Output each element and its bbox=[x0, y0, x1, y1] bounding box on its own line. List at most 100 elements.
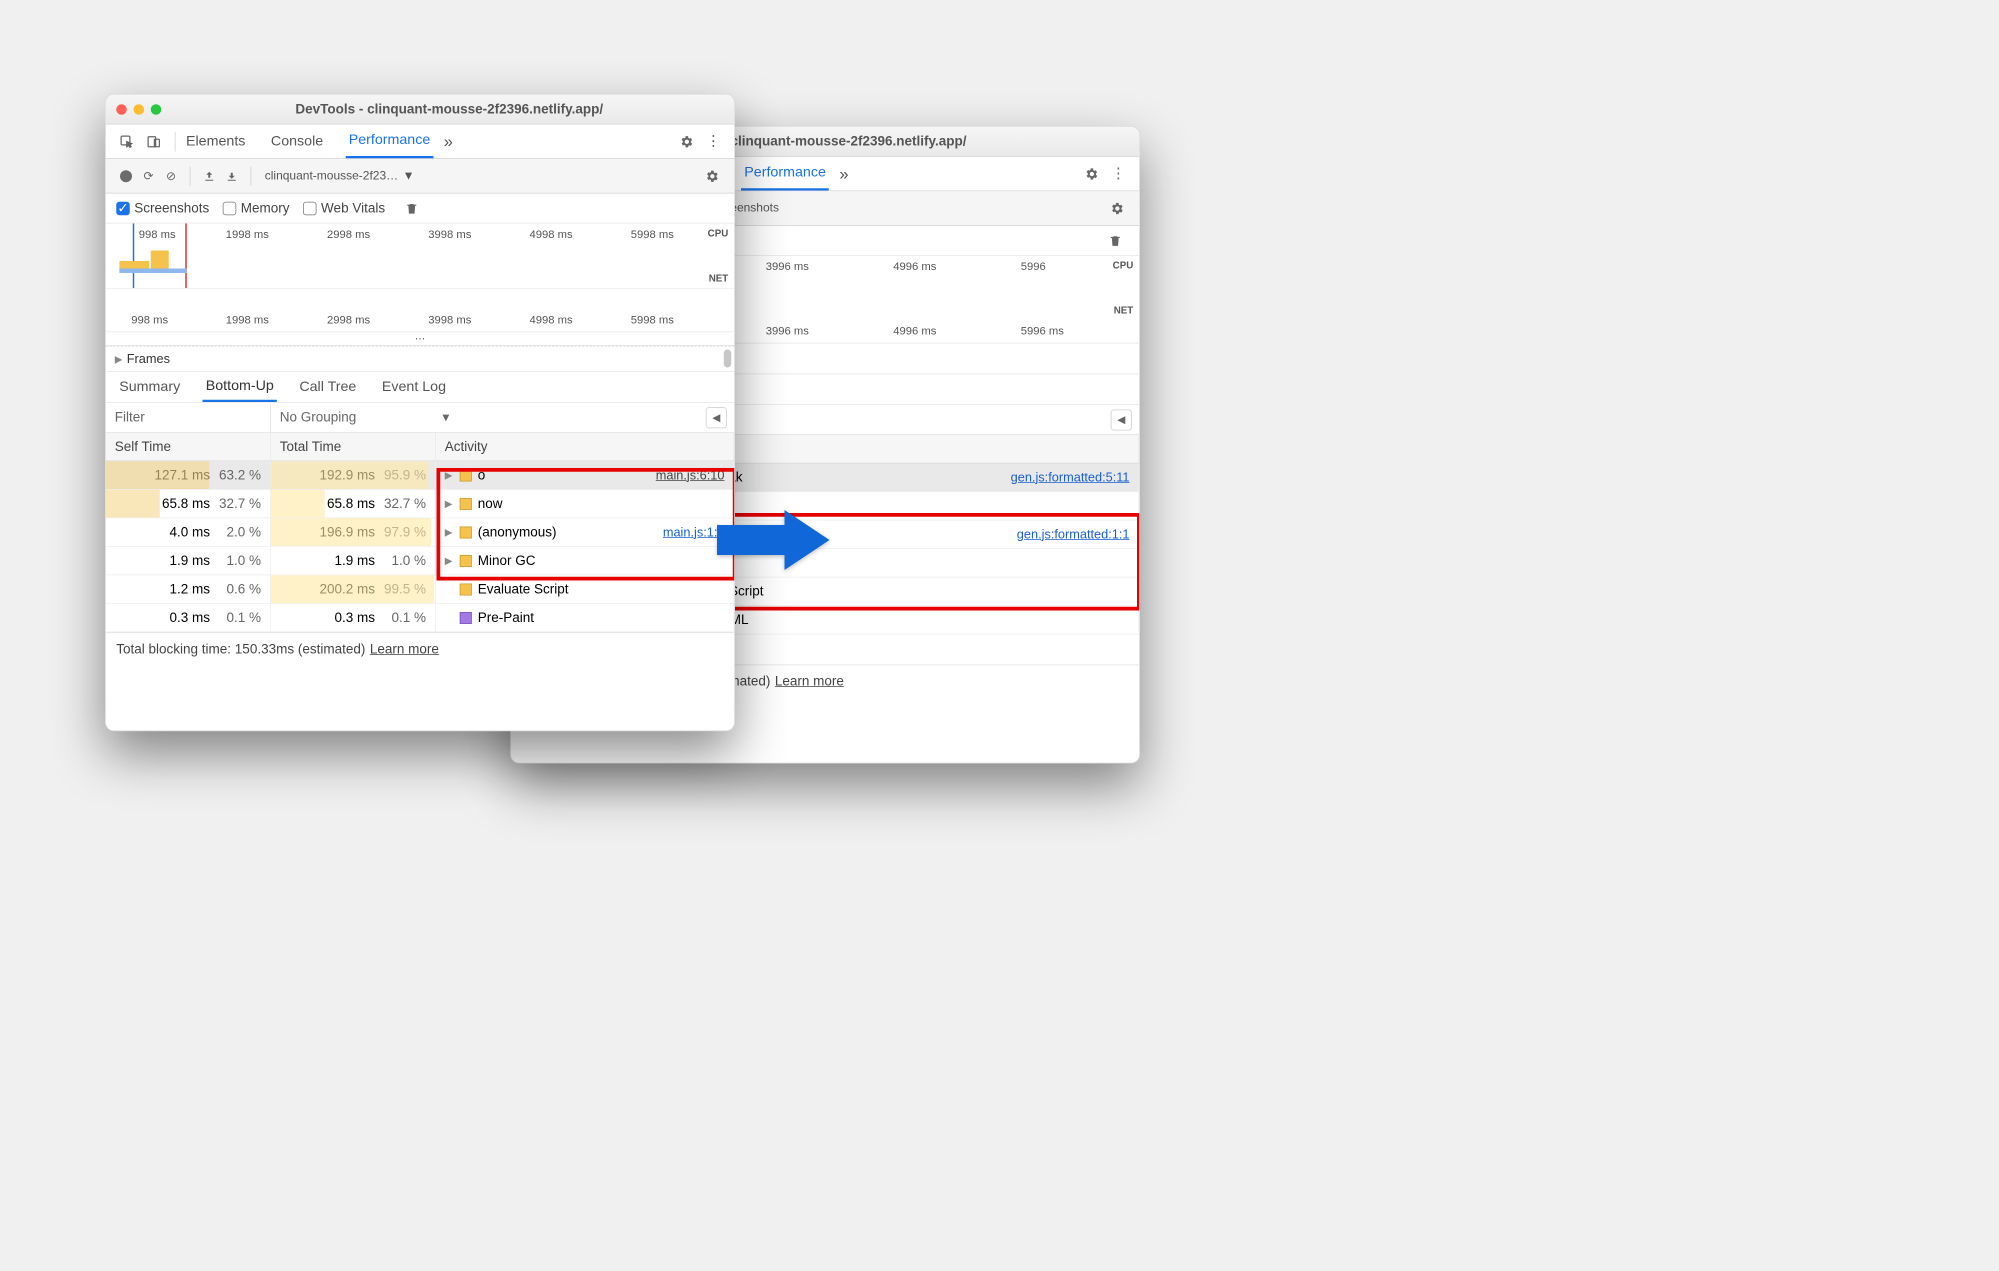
reload-button[interactable]: ⟳ bbox=[137, 168, 160, 183]
time-pct: 63.2 % bbox=[216, 467, 261, 483]
source-link[interactable]: main.js:6:10 bbox=[656, 468, 725, 483]
selftime-cell: 1.9 ms1.0 % bbox=[106, 547, 271, 576]
time-ms: 65.8 ms bbox=[162, 496, 210, 512]
tab-eventlog[interactable]: Event Log bbox=[379, 372, 449, 402]
ruler-tick: 4998 ms bbox=[530, 228, 573, 241]
gear-icon[interactable] bbox=[1082, 165, 1100, 183]
ruler-tick: 5998 ms bbox=[631, 228, 674, 241]
selftime-cell: 0.3 ms0.1 % bbox=[106, 604, 271, 633]
collapse-button[interactable]: ◀ bbox=[1111, 409, 1132, 430]
screenshots-checkbox[interactable]: ✓Screenshots bbox=[116, 200, 209, 216]
script-icon bbox=[460, 583, 472, 595]
time-ms: 1.2 ms bbox=[169, 581, 210, 597]
checkbox-off-icon bbox=[223, 201, 237, 215]
scrollbar-thumb[interactable] bbox=[724, 350, 732, 368]
webvitals-checkbox[interactable]: Web Vitals bbox=[303, 200, 385, 216]
close-icon[interactable] bbox=[116, 104, 127, 115]
frames-track[interactable]: ▶ Frames bbox=[106, 346, 735, 372]
tab-performance[interactable]: Performance bbox=[346, 125, 434, 159]
traffic-lights[interactable] bbox=[116, 104, 161, 115]
kebab-icon[interactable]: ⋮ bbox=[704, 132, 722, 150]
tab-calltree[interactable]: Call Tree bbox=[296, 372, 359, 402]
source-link[interactable]: gen.js:formatted:5:11 bbox=[1011, 470, 1130, 485]
col-activity[interactable]: Activity bbox=[436, 433, 735, 462]
tab-elements[interactable]: Elements bbox=[183, 125, 248, 159]
record-button[interactable] bbox=[115, 170, 138, 182]
load-profile-button[interactable] bbox=[198, 170, 221, 182]
net-label: NET bbox=[1114, 304, 1134, 318]
kebab-icon[interactable]: ⋮ bbox=[1109, 165, 1127, 183]
trash-icon[interactable] bbox=[1106, 231, 1124, 249]
activity-row[interactable]: ▶ Evaluate Script bbox=[436, 575, 735, 604]
inspect-icon[interactable] bbox=[118, 132, 136, 150]
minimize-icon[interactable] bbox=[134, 104, 145, 115]
panel-tabs: Elements Console Performance bbox=[183, 125, 433, 159]
activity-row[interactable]: ▶ (anonymous) main.js:1:1 bbox=[436, 518, 735, 547]
learn-more-link[interactable]: Learn more bbox=[370, 641, 439, 657]
resize-handle[interactable]: ⋯ bbox=[106, 332, 735, 346]
gear-icon[interactable] bbox=[677, 132, 695, 150]
disclosure-triangle-icon[interactable]: ▶ bbox=[445, 526, 454, 538]
more-tabs-icon[interactable]: » bbox=[839, 164, 848, 184]
overview-ruler[interactable]: 998 ms 1998 ms 2998 ms 3998 ms 4998 ms 5… bbox=[106, 224, 735, 247]
window-titlebar[interactable]: DevTools - clinquant-mousse-2f2396.netli… bbox=[106, 95, 735, 125]
label: Screenshots bbox=[134, 200, 209, 216]
blocking-time-label: Total blocking time: 150.33ms (estimated… bbox=[116, 641, 365, 657]
frames-label: Frames bbox=[127, 351, 170, 366]
gear-icon[interactable] bbox=[703, 167, 721, 185]
url-selector-label[interactable]: clinquant-mousse-2f23… bbox=[265, 169, 398, 183]
selftime-cell: 4.0 ms2.0 % bbox=[106, 518, 271, 547]
tab-console[interactable]: Console bbox=[268, 125, 326, 159]
time-pct: 32.7 % bbox=[381, 496, 426, 512]
device-toggle-icon[interactable] bbox=[145, 132, 163, 150]
collapse-button[interactable]: ◀ bbox=[706, 407, 727, 428]
source-link[interactable]: main.js:1:1 bbox=[663, 525, 725, 540]
ruler-tick: 4998 ms bbox=[530, 314, 573, 327]
save-profile-button[interactable] bbox=[221, 170, 244, 182]
activity-row[interactable]: ▶ Minor GC bbox=[436, 547, 735, 576]
flamechart-ruler[interactable]: 998 ms 1998 ms 2998 ms 3998 ms 4998 ms 5… bbox=[106, 309, 735, 332]
filter-input[interactable]: Filter bbox=[106, 403, 271, 432]
devtools-window-front: DevTools - clinquant-mousse-2f2396.netli… bbox=[105, 94, 735, 732]
source-link[interactable]: gen.js:formatted:1:1 bbox=[1017, 527, 1130, 542]
activity-row[interactable]: ▶ now bbox=[436, 490, 735, 519]
ruler-tick: 3996 ms bbox=[766, 325, 809, 338]
disclosure-triangle-icon[interactable]: ▶ bbox=[115, 353, 124, 365]
time-ms: 0.3 ms bbox=[334, 610, 375, 626]
time-pct: 32.7 % bbox=[216, 496, 261, 512]
learn-more-link[interactable]: Learn more bbox=[775, 674, 844, 690]
activity-row[interactable]: ▶ Pre-Paint bbox=[436, 604, 735, 633]
script-icon bbox=[460, 526, 472, 538]
col-selftime[interactable]: Self Time bbox=[106, 433, 271, 462]
activity-name: Evaluate Script bbox=[478, 581, 569, 597]
time-pct: 1.0 % bbox=[381, 553, 426, 569]
activity-row[interactable]: ▶ o main.js:6:10 bbox=[436, 461, 735, 490]
zoom-icon[interactable] bbox=[151, 104, 162, 115]
activity-name: Pre-Paint bbox=[478, 610, 534, 626]
selftime-cell: 65.8 ms 32.7 % bbox=[106, 490, 271, 519]
script-icon bbox=[460, 498, 472, 510]
col-totaltime[interactable]: Total Time bbox=[271, 433, 436, 462]
tab-performance[interactable]: Performance bbox=[741, 157, 829, 191]
disclosure-triangle-icon[interactable]: ▶ bbox=[445, 469, 454, 481]
more-tabs-icon[interactable]: » bbox=[444, 132, 453, 152]
trash-icon[interactable] bbox=[403, 199, 421, 217]
bottom-tabs: Summary Bottom-Up Call Tree Event Log bbox=[106, 371, 735, 403]
disclosure-triangle-icon[interactable]: ▶ bbox=[445, 498, 454, 510]
tab-summary[interactable]: Summary bbox=[116, 372, 183, 402]
activity-chart bbox=[119, 246, 187, 273]
activity-name: now bbox=[478, 496, 503, 512]
time-ms: 1.9 ms bbox=[334, 553, 375, 569]
disclosure-triangle-icon[interactable]: ▶ bbox=[445, 555, 454, 567]
perf-toolbar: ⟳ ⊘ clinquant-mousse-2f23… ▼ bbox=[106, 159, 735, 194]
ruler-tick: 2998 ms bbox=[327, 228, 370, 241]
gear-icon[interactable] bbox=[1108, 199, 1126, 217]
memory-checkbox[interactable]: Memory bbox=[223, 200, 290, 216]
ruler-tick: 998 ms bbox=[131, 314, 168, 327]
clear-button[interactable]: ⊘ bbox=[160, 168, 183, 183]
ruler-tick: 3998 ms bbox=[428, 228, 471, 241]
dropdown-chevron-icon[interactable]: ▼ bbox=[403, 169, 415, 183]
cpu-overview[interactable]: NET bbox=[106, 246, 735, 288]
tab-bottomup[interactable]: Bottom-Up bbox=[203, 372, 277, 402]
grouping-selector[interactable]: No Grouping▾ bbox=[271, 403, 459, 432]
